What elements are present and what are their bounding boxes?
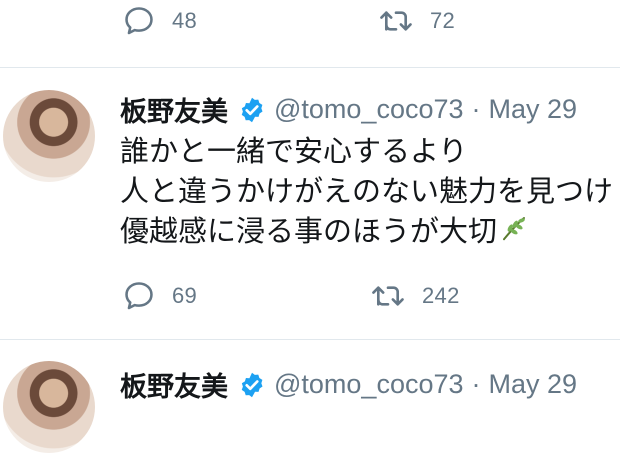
divider: [0, 339, 620, 340]
verified-badge-icon: [238, 96, 266, 124]
tweet-line-3-wrap: 優越感に浸る事のほうが大切: [120, 212, 613, 254]
tweet-header: 板野友美 @tomo_coco73 · May 29: [120, 90, 577, 129]
user-handle[interactable]: @tomo_coco73: [274, 94, 464, 125]
retweet-count: 72: [430, 8, 456, 33]
user-handle[interactable]: @tomo_coco73: [274, 369, 464, 400]
herb-icon: [499, 213, 529, 254]
tweet-line-1: 誰かと一緒で安心するより: [120, 136, 468, 168]
tweet-text: 誰かと一緒で安心するより 人と違うかけがえのない魅力を見つけ 優越感に浸る事のほ…: [120, 132, 613, 254]
avatar[interactable]: [3, 90, 95, 182]
tweet-date[interactable]: May 29: [489, 94, 578, 125]
retweet-icon: [372, 286, 404, 306]
reply-button[interactable]: 48: [122, 4, 197, 38]
separator-dot: ·: [471, 369, 481, 399]
retweet-icon: [380, 11, 412, 31]
divider: [0, 67, 620, 68]
avatar[interactable]: [3, 361, 95, 453]
display-name[interactable]: 板野友美: [120, 90, 228, 129]
reply-icon: [125, 7, 153, 35]
verified-badge-icon: [238, 371, 266, 399]
retweet-button[interactable]: 242: [370, 279, 460, 313]
reply-count: 69: [172, 283, 198, 308]
retweet-count: 242: [422, 283, 460, 308]
reply-button[interactable]: 69: [122, 279, 197, 313]
display-name[interactable]: 板野友美: [120, 365, 228, 404]
reply-icon: [125, 282, 153, 310]
retweet-button[interactable]: 72: [378, 4, 455, 38]
reply-count: 48: [172, 8, 198, 33]
separator-dot: ·: [471, 94, 481, 124]
tweet-line-2: 人と違うかけがえのない魅力を見つけ: [120, 176, 614, 208]
tweet-date[interactable]: May 29: [489, 369, 578, 400]
tweet-line-3: 優越感に浸る事のほうが大切: [120, 216, 498, 248]
tweet-header: 板野友美 @tomo_coco73 · May 29: [120, 365, 577, 404]
